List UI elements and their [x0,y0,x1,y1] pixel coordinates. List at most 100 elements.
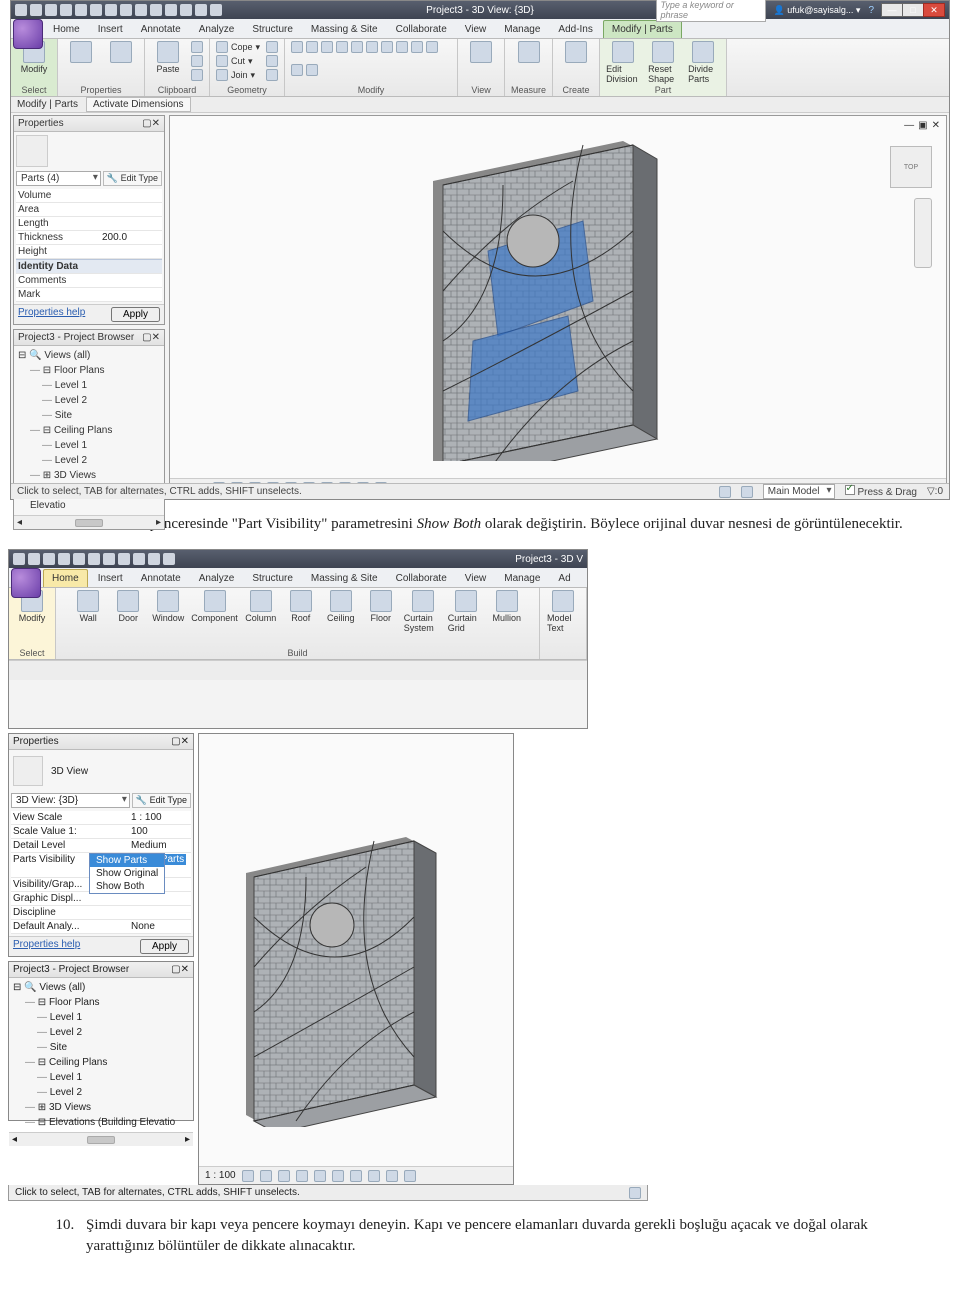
modify-tool[interactable] [306,64,318,76]
measure-tool[interactable] [512,41,546,63]
tab-view[interactable]: View [457,21,495,38]
qat-measure-icon[interactable] [90,4,102,16]
qat-thin-icon[interactable] [133,553,145,565]
shadows-icon[interactable] [296,1170,308,1182]
visual-style-icon[interactable] [260,1170,272,1182]
crop-view-icon[interactable] [332,1170,344,1182]
prop-defaultanaly-value[interactable]: None [131,921,189,932]
window-button[interactable]: Window [151,590,185,623]
modify-tool[interactable] [396,41,408,53]
modify-tool[interactable] [426,41,438,53]
tab-insert[interactable]: Insert [90,21,131,38]
model-text-button[interactable]: Model Text [546,590,580,633]
component-button[interactable]: Component [191,590,238,623]
modify-tool[interactable] [321,41,333,53]
modify-tool[interactable] [291,41,303,53]
tab-manage[interactable]: Manage [496,21,548,38]
qat-open-icon[interactable] [13,553,25,565]
3d-view-canvas[interactable]: — ▣ ✕ TOP 1 : 100 [169,115,947,497]
create-tool[interactable] [559,41,593,63]
qat-save-icon[interactable] [28,553,40,565]
qat-undo-icon[interactable] [45,4,57,16]
qat-switch-icon[interactable] [210,4,222,16]
sun-path-icon[interactable] [278,1170,290,1182]
prop-scalevalue-value[interactable]: 100 [131,826,189,837]
prop-thickness-value[interactable]: 200.0 [102,232,160,243]
crop-region-icon[interactable] [350,1170,362,1182]
tab-structure[interactable]: Structure [244,570,301,587]
qat-text-icon[interactable] [120,4,132,16]
door-button[interactable]: Door [111,590,145,623]
qat-section-icon[interactable] [165,4,177,16]
modify-tool[interactable] [351,41,363,53]
qat-print-icon[interactable] [75,4,87,16]
scale-control[interactable]: 1 : 100 [205,1170,236,1181]
help-icon[interactable]: ? [868,5,874,16]
qat-dim-icon[interactable] [135,4,147,16]
tab-manage[interactable]: Manage [496,570,548,587]
tab-view[interactable]: View [457,570,495,587]
column-button[interactable]: Column [244,590,278,623]
tab-massing[interactable]: Massing & Site [303,21,386,38]
join-button[interactable]: Join ▾ [216,69,260,81]
prop-viewscale-value[interactable]: 1 : 100 [131,812,189,823]
temp-hide-icon[interactable] [386,1170,398,1182]
main-model-dropdown[interactable]: Main Model [763,484,835,499]
tab-annotate[interactable]: Annotate [133,21,189,38]
app-menu-button[interactable] [11,568,41,598]
roof-button[interactable]: Roof [284,590,318,623]
palette-close-icon[interactable]: ▢✕ [171,736,189,747]
view-selector[interactable]: 3D View: {3D} [11,793,130,808]
reset-shape-button[interactable]: Reset Shape [646,41,680,84]
view-minimize-icon[interactable]: — [904,120,914,131]
cope-button[interactable]: Cope ▾ [216,41,260,53]
ceiling-button[interactable]: Ceiling [324,590,358,623]
qat-align-icon[interactable] [105,4,117,16]
edit-type-button[interactable]: 🔧 Edit Type [103,171,162,186]
modify-tool[interactable] [336,41,348,53]
qat-open-icon[interactable] [15,4,27,16]
cut-geom-button[interactable]: Cut ▾ [216,55,260,67]
tab-collaborate[interactable]: Collaborate [388,21,455,38]
modify-tool[interactable] [306,41,318,53]
tab-insert[interactable]: Insert [90,570,131,587]
copy-clipboard-button[interactable] [191,55,203,67]
tab-addins[interactable]: Ad [550,570,578,587]
modify-tool[interactable] [366,41,378,53]
tab-structure[interactable]: Structure [244,21,301,38]
edit-type-button[interactable]: 🔧 Edit Type [132,793,191,808]
app-menu-button[interactable] [13,19,43,49]
match-type-button[interactable] [191,69,203,81]
activate-dimensions-button[interactable]: Activate Dimensions [86,97,191,112]
tab-analyze[interactable]: Analyze [191,570,243,587]
prop-detail-value[interactable]: Medium [131,840,189,851]
view-close-icon[interactable]: ✕ [932,120,940,131]
tab-home[interactable]: Home [43,569,88,587]
qat-close-icon[interactable] [163,553,175,565]
horizontal-scrollbar[interactable]: ◂▸ [9,1132,193,1146]
tab-modify-parts[interactable]: Modify | Parts [603,20,682,38]
properties-help-link[interactable]: Properties help [13,939,80,954]
press-drag-checkbox[interactable] [845,485,855,495]
viewcube[interactable]: TOP [890,146,932,188]
horizontal-scrollbar[interactable]: ◂▸ [14,515,164,529]
prop-comments-value[interactable] [102,275,160,286]
view-tool[interactable] [464,41,498,63]
properties-help-link[interactable]: Properties help [18,307,85,322]
modify-tool[interactable] [291,64,303,76]
design-options-icon[interactable] [741,486,753,498]
qat-close-icon[interactable] [195,4,207,16]
view-restore-icon[interactable]: ▣ [918,120,927,131]
filter-icon[interactable]: ▽:0 [927,486,943,497]
workset-icon[interactable] [719,486,731,498]
geom-tool-1[interactable] [266,41,278,53]
qat-redo-icon[interactable] [60,4,72,16]
search-input[interactable]: Type a keyword or phrase [656,0,766,22]
3d-view-canvas-2[interactable]: 1 : 100 [198,733,514,1185]
qat-tag-icon[interactable] [150,4,162,16]
divide-parts-button[interactable]: Divide Parts [686,41,720,84]
palette-close-icon[interactable]: ▢✕ [142,332,160,343]
geom-tool-3[interactable] [266,69,278,81]
type-selector[interactable]: Parts (4) [16,171,101,186]
palette-close-icon[interactable]: ▢✕ [142,118,160,129]
